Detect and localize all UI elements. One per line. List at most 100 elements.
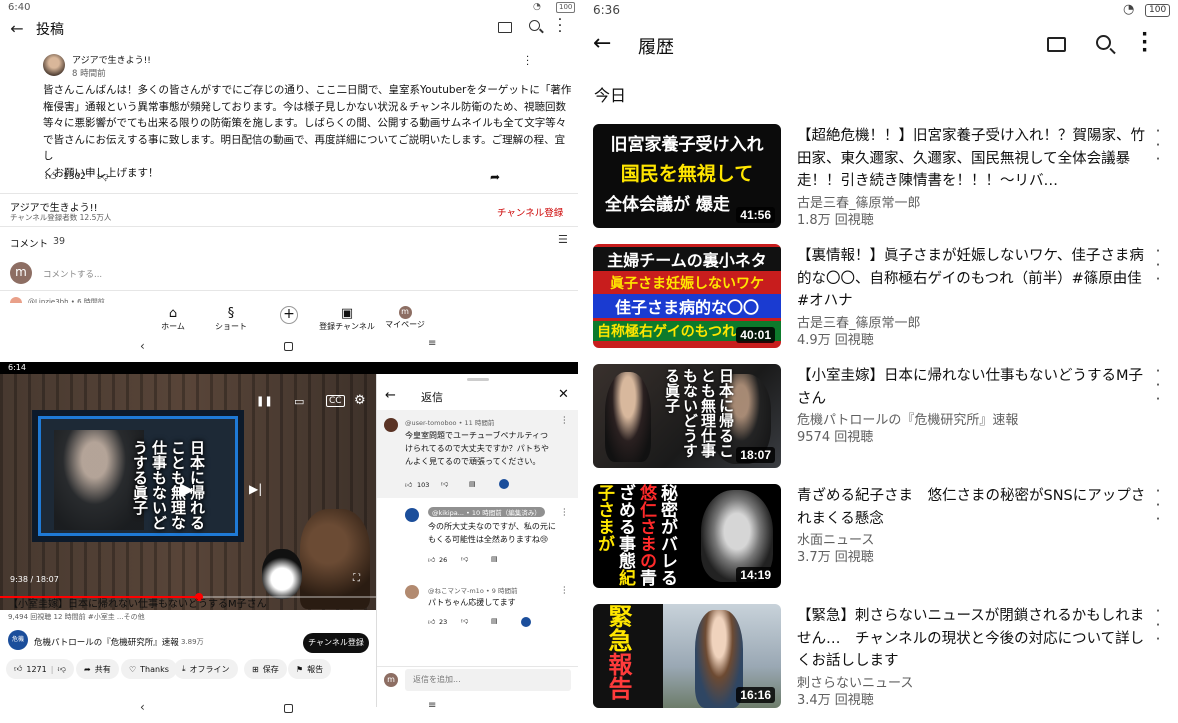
video-thumbnail[interactable]: 旧宮家養子受け入れ 国民を無視して 全体会議が 爆走 41:56 (593, 124, 781, 228)
replier-avatar[interactable] (405, 508, 419, 522)
channel-name[interactable]: 危機パトロールの『危機研究所』速報 (34, 636, 179, 648)
comments-count: 39 (53, 236, 66, 247)
chip-label: 保存 (262, 664, 279, 674)
reply-author[interactable]: @ねこマンマ-m1o • 9 時間前 (428, 585, 517, 595)
video-more-icon[interactable]: · · · (1153, 124, 1163, 167)
captions-icon[interactable]: CC (326, 395, 345, 407)
history-screen: 6:36 ◔ 100 ← 履歴 · · · 今日 旧宮家養子受け入れ 国民を無視して… (583, 0, 1178, 723)
divider (0, 193, 578, 194)
next-icon[interactable]: ▶| (249, 482, 262, 496)
system-recents-icon[interactable]: ≡ (428, 700, 436, 711)
video-more-icon[interactable]: · · · (1153, 244, 1163, 287)
like-dislike-chip[interactable]: 👍︎ 1271 | 👍︎ (6, 659, 74, 679)
cast-icon[interactable] (498, 22, 512, 33)
reply-author[interactable]: @kikipa... • 10 時間前（編集済み） (428, 507, 545, 517)
video-meta[interactable]: 9,494 回視聴 12 時間前 #小室圭 ...その他 (8, 612, 145, 622)
nav-library[interactable]: m マイページ (375, 306, 435, 330)
subscribe-button[interactable]: チャンネル登録 (303, 633, 369, 653)
system-back-icon[interactable]: ‹ (140, 700, 145, 714)
thanks-chip[interactable]: ♡ Thanks (121, 659, 177, 679)
video-more-icon[interactable]: · · · (1153, 484, 1163, 527)
replier-avatar[interactable] (405, 585, 419, 599)
share-icon: ➦ (84, 664, 91, 674)
reply-icon[interactable]: ▤ (469, 480, 476, 488)
thumb-caption-line: 悠仁さまの (636, 484, 656, 569)
video-thumbnail[interactable]: 日本に帰ることも無理仕事もないどうする眞子 18:07 (593, 364, 781, 468)
channel-avatar[interactable]: 危機 (8, 630, 28, 650)
video-player[interactable]: 日本に帰れることも無理な仕事もないどうする眞子 ❚❚ ▭ CC ⚙ ▶ ▶| 9… (0, 374, 376, 610)
subscribe-button[interactable]: チャンネル登録 (497, 205, 563, 219)
post-time: 8 時間前 (72, 69, 106, 79)
thumb-caption: 国民を無視して (620, 163, 754, 185)
video-title[interactable]: 【裏情報！】眞子さまが妊娠しないワケ、佳子さま病的な〇〇、自称極右ゲイのもつれ（… (797, 245, 1156, 313)
thanks-icon: ♡ (129, 664, 137, 674)
nav-home[interactable]: ⌂ ホーム (143, 306, 203, 332)
comment-input[interactable]: コメントする... (43, 268, 102, 280)
system-home-icon[interactable] (284, 704, 293, 713)
reply-sheet-title: 返信 (421, 391, 443, 404)
back-arrow-icon[interactable]: ← (8, 18, 26, 38)
video-thumbnail[interactable]: 主婦チームの裏小ネタ 眞子さま妊娠しないワケ 佳子さま病的な〇〇 自称極右ゲイの… (593, 244, 781, 348)
sort-filter-icon[interactable]: ☰ (558, 233, 568, 246)
cast-icon[interactable]: ▭ (294, 395, 304, 408)
video-title[interactable]: 【小室圭嫁】日本に帰れない仕事もないどうするM子さん (8, 595, 373, 610)
video-title[interactable]: 【小室圭嫁】日本に帰れない仕事もないどうするM子さん (797, 365, 1149, 410)
thumb-up-icon[interactable]: 👍︎ (45, 170, 57, 183)
video-more-icon[interactable]: · · · (1153, 364, 1163, 407)
reply-more-icon[interactable]: · · · (563, 506, 566, 520)
video-thumbnail[interactable]: 秘密がバレる悠仁さまの青ざめる事態紀子さまが 14:19 (593, 484, 781, 588)
thumb-down-icon[interactable]: 👍︎ (461, 555, 468, 564)
thumb-up-icon[interactable]: 👍︎ (405, 480, 412, 489)
cast-icon[interactable] (1047, 37, 1066, 52)
video-duration: 41:56 (736, 207, 775, 223)
chip-divider: | (50, 664, 54, 674)
system-recents-icon[interactable]: ≡ (428, 338, 436, 349)
post-more-icon[interactable]: · · · (526, 53, 529, 71)
fullscreen-icon[interactable]: ⛶ (353, 573, 360, 584)
offline-chip[interactable]: ⤓ オフライン (174, 659, 238, 679)
more-vert-icon[interactable]: · · · (556, 13, 564, 39)
share-icon[interactable]: ➦ (490, 170, 500, 184)
video-title[interactable]: 【超絶危機！！】旧宮家養子受け入れ！？賀陽家、竹田家、東久邇家、久邇家、国民無視… (797, 125, 1149, 193)
comment-author[interactable]: @user-tomoboo • 11 時間前 (405, 417, 494, 427)
reply-text: 今の所大丈夫なのですが、私の元に もくる可能性は全然ありますね😢 (428, 520, 556, 546)
thumb-caption: 緊急報告 (603, 604, 633, 708)
commenter-avatar[interactable] (384, 418, 398, 432)
video-thumbnail[interactable]: 緊急報告 16:16 (593, 604, 781, 708)
report-chip[interactable]: ⚑ 報告 (288, 659, 332, 679)
reply-icon[interactable]: ▤ (491, 555, 498, 563)
drag-handle[interactable] (467, 378, 489, 381)
nav-subscriptions[interactable]: ▣ 登録チャンネル (317, 306, 377, 332)
back-arrow-icon[interactable]: ← (385, 388, 396, 403)
video-title[interactable]: 青ざめる紀子さま 悠仁さまの秘密がSNSにアップされまくる懸念 (797, 485, 1149, 530)
video-title[interactable]: 【緊急】刺さらないニュースが閉鎖されるかもしれません… チャンネルの現状と今後の… (797, 605, 1149, 673)
back-arrow-icon[interactable]: ← (593, 31, 611, 57)
thumb-up-icon[interactable]: 👍︎ (428, 617, 435, 626)
more-vert-icon[interactable]: · · · (1141, 25, 1148, 60)
share-chip[interactable]: ➦ 共有 (76, 659, 119, 679)
user-avatar: m (384, 673, 398, 687)
author-name[interactable]: アジアで生きよう!! (72, 53, 151, 66)
system-back-icon[interactable]: ‹ (140, 339, 145, 353)
nav-shorts[interactable]: § ショート (201, 306, 261, 332)
save-chip[interactable]: ⊞ 保存 (244, 659, 287, 679)
settings-icon[interactable]: ⚙ (354, 393, 366, 408)
author-avatar[interactable] (43, 54, 65, 76)
nav-create[interactable]: + (259, 306, 319, 324)
play-icon[interactable]: ▶ (180, 479, 194, 500)
pause-mini-icon[interactable]: ❚❚ (256, 396, 273, 407)
reply-input[interactable]: 返信を追加... (405, 669, 571, 691)
video-more-icon[interactable]: · · · (1153, 604, 1163, 647)
system-home-icon[interactable] (284, 342, 293, 351)
reply-more-icon[interactable]: · · · (563, 584, 566, 598)
reply-icon[interactable]: ▤ (491, 617, 498, 625)
thumb-down-icon[interactable]: 👍︎ (97, 170, 109, 183)
close-icon[interactable]: ✕ (558, 387, 569, 402)
thumb-down-icon[interactable]: 👍︎ (441, 480, 448, 489)
subscriptions-icon: ▣ (340, 306, 354, 321)
search-icon[interactable] (1096, 35, 1111, 50)
thumb-down-icon[interactable]: 👍︎ (461, 617, 468, 626)
thumb-up-icon[interactable]: 👍︎ (428, 555, 435, 564)
comment-more-icon[interactable]: · · · (563, 414, 566, 428)
user-avatar: m (10, 262, 32, 284)
